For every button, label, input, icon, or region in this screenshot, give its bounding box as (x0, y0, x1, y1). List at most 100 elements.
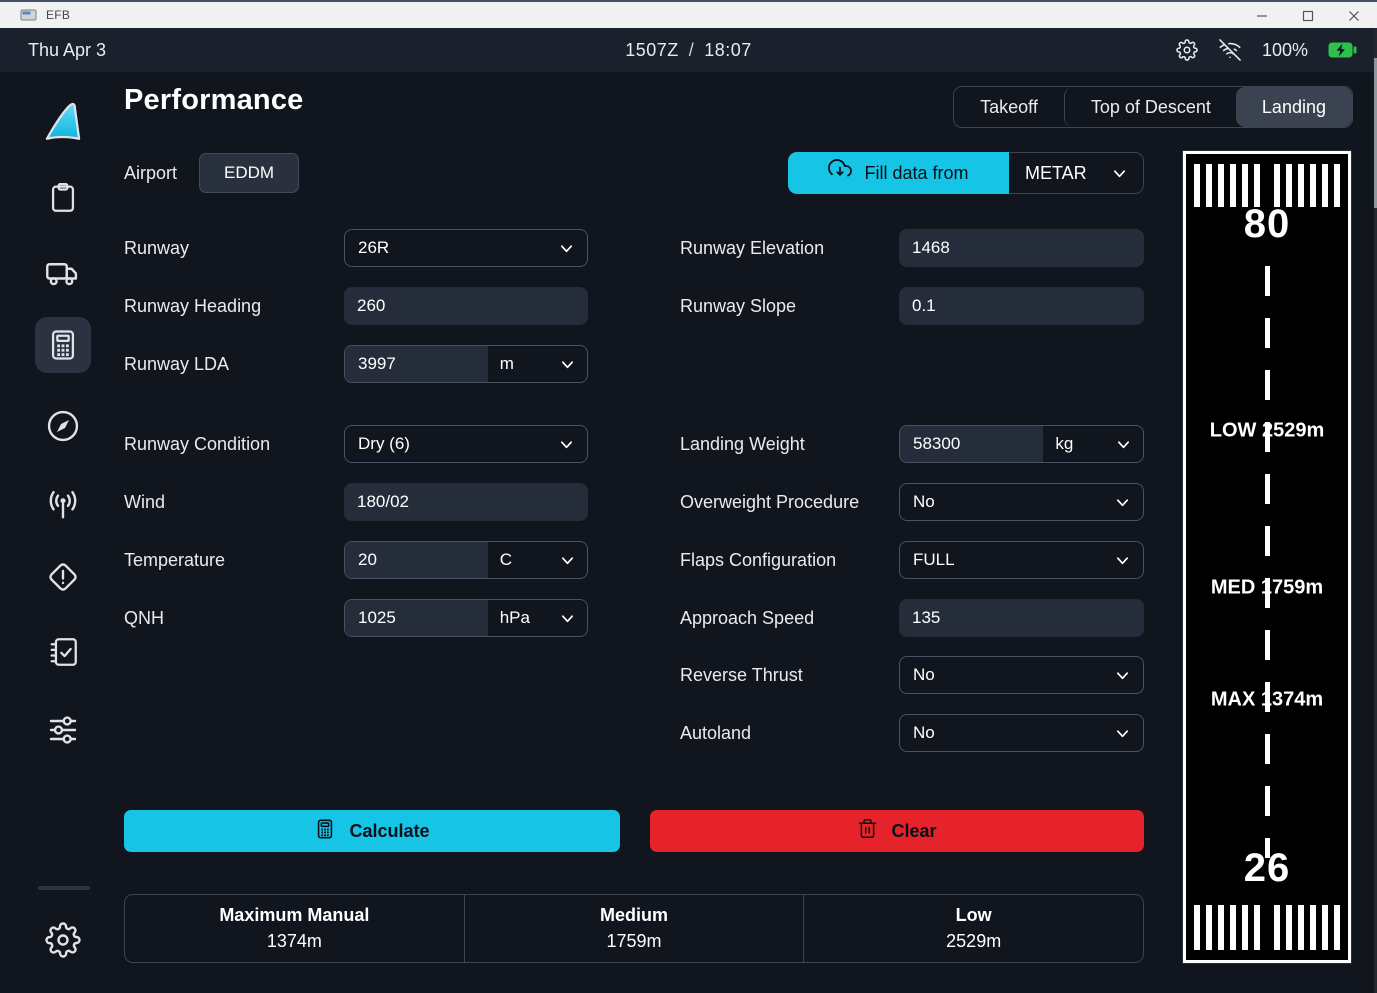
window-titlebar: EFB (0, 0, 1377, 28)
temperature-input[interactable]: 20 (345, 542, 488, 578)
runway-heading-input[interactable]: 260 (344, 287, 588, 325)
fill-source-select[interactable]: METAR (1009, 152, 1144, 194)
fill-source-value: METAR (1025, 163, 1087, 184)
efb-window: EFB Thu Apr 3 1507Z/18:07 100% (0, 0, 1377, 993)
landing-weight-label: Landing Weight (680, 434, 899, 455)
tab-landing[interactable]: Landing (1236, 87, 1352, 127)
landing-weight-unit-select[interactable]: kg (1043, 426, 1143, 462)
sidebar-item-checklist[interactable] (35, 624, 91, 680)
calculate-label: Calculate (349, 821, 429, 842)
chevron-down-icon (1112, 166, 1127, 181)
overweight-procedure-label: Overweight Procedure (680, 492, 899, 513)
trash-icon (857, 818, 878, 844)
sidebar-item-navigation[interactable] (35, 398, 91, 454)
landing-weight-field: 58300 kg (899, 425, 1144, 463)
airport-label: Airport (124, 163, 177, 184)
page-title: Performance (124, 84, 304, 117)
sidebar-item-performance[interactable] (35, 317, 91, 373)
reverse-thrust-label: Reverse Thrust (680, 665, 899, 686)
flaps-configuration-select[interactable]: FULL (899, 541, 1144, 579)
airport-code-button[interactable]: EDDM (199, 153, 299, 193)
gear-icon[interactable] (1176, 39, 1198, 61)
runway-lda-input[interactable]: 3997 (345, 346, 488, 382)
chevron-down-icon (1115, 495, 1130, 510)
temperature-field: 20 C (344, 541, 588, 579)
wind-label: Wind (124, 492, 344, 513)
minimize-button[interactable] (1239, 2, 1285, 30)
window-title: EFB (46, 8, 70, 22)
runway-elevation-input[interactable]: 1468 (899, 229, 1144, 267)
approach-speed-input[interactable]: 135 (899, 599, 1144, 637)
sidebar-item-atc[interactable] (35, 478, 91, 534)
app-logo (35, 94, 91, 150)
runway-lda-unit-select[interactable]: m (488, 346, 587, 382)
runway-condition-value: Dry (6) (358, 434, 410, 454)
qnh-input[interactable]: 1025 (345, 600, 488, 636)
runway-slope-value: 0.1 (912, 296, 936, 316)
temperature-unit-select[interactable]: C (488, 542, 587, 578)
sidebar-item-settings[interactable] (35, 912, 91, 968)
runway-marker-max: MAX 1374m (1186, 689, 1348, 712)
wind-input[interactable]: 180/02 (344, 483, 588, 521)
time-separator: / (689, 40, 695, 60)
runway-slope-input[interactable]: 0.1 (899, 287, 1144, 325)
main-area: Performance Takeoff Top of Descent Landi… (0, 72, 1377, 993)
sidebar-item-failures[interactable] (35, 549, 91, 605)
autoland-select[interactable]: No (899, 714, 1144, 752)
fill-data-button[interactable]: Fill data from (788, 152, 1009, 194)
runway-slope-label: Runway Slope (680, 296, 899, 317)
chevron-down-icon (560, 357, 575, 372)
battery-percent: 100% (1262, 40, 1308, 61)
runway-select[interactable]: 26R (344, 229, 588, 267)
calculator-icon (314, 818, 336, 845)
runway-lda-unit: m (500, 354, 514, 374)
sidebar-item-ground-services[interactable] (35, 246, 91, 302)
chevron-down-icon (1115, 726, 1130, 741)
battery-charging-icon (1328, 42, 1357, 58)
result-label: Low (956, 905, 992, 926)
calculate-button[interactable]: Calculate (124, 810, 620, 852)
chevron-down-icon (559, 437, 574, 452)
runway-diagram: 80 LOW 2529m MED 1759m MAX 1374m 26 (1183, 151, 1351, 963)
chevron-down-icon (560, 611, 575, 626)
maximize-button[interactable] (1285, 2, 1331, 30)
approach-speed-value: 135 (912, 608, 940, 628)
runway-centerline (1265, 266, 1270, 858)
wifi-off-icon[interactable] (1218, 39, 1242, 61)
qnh-unit-select[interactable]: hPa (488, 600, 587, 636)
runway-lda-label: Runway LDA (124, 354, 344, 375)
sidebar-item-clipboard[interactable] (35, 170, 91, 226)
temperature-value: 20 (358, 550, 377, 570)
results-table: Maximum Manual 1374m Medium 1759m Low 25… (124, 894, 1144, 963)
chevron-down-icon (1115, 553, 1130, 568)
local-time: 18:07 (704, 40, 752, 60)
app-icon (20, 8, 38, 22)
approach-speed-label: Approach Speed (680, 608, 899, 629)
sidebar-divider (38, 886, 90, 890)
runway-value: 26R (358, 238, 389, 258)
clear-button[interactable]: Clear (650, 810, 1144, 852)
result-low: Low 2529m (803, 895, 1143, 962)
tab-top-of-descent[interactable]: Top of Descent (1064, 87, 1237, 127)
performance-tabs: Takeoff Top of Descent Landing (953, 86, 1353, 128)
overweight-procedure-value: No (913, 492, 935, 512)
tab-takeoff[interactable]: Takeoff (954, 87, 1064, 127)
reverse-thrust-select[interactable]: No (899, 656, 1144, 694)
runway-label: Runway (124, 238, 344, 259)
runway-condition-label: Runway Condition (124, 434, 344, 455)
runway-condition-select[interactable]: Dry (6) (344, 425, 588, 463)
landing-weight-input[interactable]: 58300 (900, 426, 1043, 462)
chevron-down-icon (560, 553, 575, 568)
runway-far-end-number: 80 (1186, 202, 1348, 247)
landing-weight-value: 58300 (913, 434, 960, 454)
sidebar-item-options[interactable] (35, 702, 91, 758)
result-label: Maximum Manual (219, 905, 369, 926)
runway-heading-label: Runway Heading (124, 296, 344, 317)
overweight-procedure-select[interactable]: No (899, 483, 1144, 521)
clear-label: Clear (891, 821, 936, 842)
result-label: Medium (600, 905, 668, 926)
result-medium: Medium 1759m (464, 895, 804, 962)
close-button[interactable] (1331, 2, 1377, 30)
runway-marker-low: LOW 2529m (1186, 420, 1348, 443)
wind-value: 180/02 (357, 492, 409, 512)
